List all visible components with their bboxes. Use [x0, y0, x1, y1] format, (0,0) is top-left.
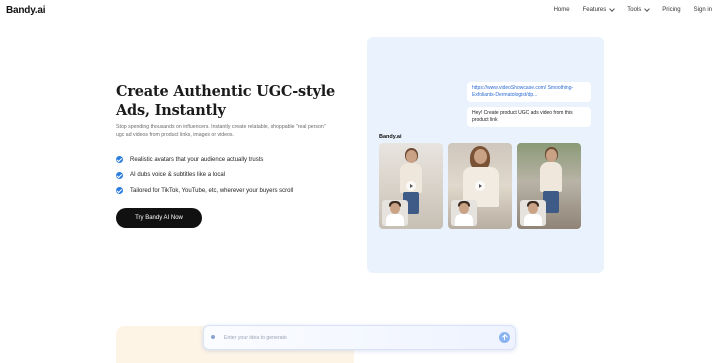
feature-text: Tailored for TikTok, YouTube, etc, where…	[130, 187, 294, 194]
hero-subtitle: Stop spending thousands on influencers. …	[116, 124, 326, 138]
main-nav: Home Features Tools Pricing Sign in	[541, 6, 712, 13]
feature-item: AI dubs voice & subtitles like a local	[116, 168, 293, 184]
ugc-video-thumbnail[interactable]	[379, 143, 443, 229]
brand-logo[interactable]: Bandy.ai	[6, 5, 46, 16]
torso-shape	[540, 162, 562, 192]
feature-item: Tailored for TikTok, YouTube, etc, where…	[116, 183, 293, 199]
feature-item: Realistic avatars that your audience act…	[116, 152, 293, 168]
prompt-bar	[203, 325, 516, 350]
ugc-video-thumbnail[interactable]	[448, 143, 512, 229]
check-circle-icon	[116, 171, 123, 179]
hero-title: Create Authentic UGC-style Ads, Instantl…	[116, 83, 336, 119]
avatar-inset	[382, 200, 408, 226]
head-shape	[546, 149, 557, 162]
demo-brand-label: Bandy.ai	[379, 134, 402, 140]
video-gallery	[379, 143, 581, 229]
nav-home[interactable]: Home	[554, 7, 570, 13]
feature-text: AI dubs voice & subtitles like a local	[130, 172, 226, 179]
avatar-inset	[520, 200, 546, 226]
play-icon[interactable]	[475, 181, 485, 191]
nav-pricing[interactable]: Pricing	[662, 7, 680, 13]
check-circle-icon	[116, 187, 123, 195]
chevron-down-icon	[644, 6, 651, 12]
top-nav-bar: Bandy.ai Home Features Tools Pricing Sig…	[0, 0, 720, 24]
nav-home-label: Home	[553, 7, 570, 13]
demo-card: https://www.videoShowcase.com/ Smoothing…	[367, 37, 604, 273]
nav-features-label: Features	[582, 7, 607, 13]
nav-tools-label: Tools	[627, 7, 642, 13]
chevron-down-icon	[609, 6, 616, 12]
check-circle-icon	[116, 156, 123, 164]
head-shape	[474, 149, 487, 164]
try-bandy-button[interactable]: Try Bandy AI Now	[116, 208, 202, 228]
idea-input[interactable]	[224, 332, 484, 344]
feature-text: Realistic avatars that your audience act…	[130, 156, 264, 163]
avatar-inset	[451, 200, 477, 226]
nav-tools[interactable]: Tools	[627, 6, 651, 13]
nav-features[interactable]: Features	[582, 6, 616, 13]
feature-list: Realistic avatars that your audience act…	[116, 152, 293, 199]
product-url-bubble[interactable]: https://www.videoShowcase.com/ Smoothing…	[467, 82, 591, 102]
nav-signin-label: Sign in	[693, 7, 712, 13]
head-shape	[406, 150, 417, 163]
play-icon[interactable]	[406, 181, 416, 191]
nav-pricing-label: Pricing	[662, 7, 681, 13]
sparkle-icon	[211, 335, 215, 339]
nav-signin[interactable]: Sign in	[694, 7, 712, 13]
send-arrow-icon[interactable]	[499, 332, 510, 343]
chat-message-bubble: Hey! Create product UGC ads video from t…	[467, 107, 591, 127]
ugc-video-thumbnail[interactable]	[517, 143, 581, 229]
